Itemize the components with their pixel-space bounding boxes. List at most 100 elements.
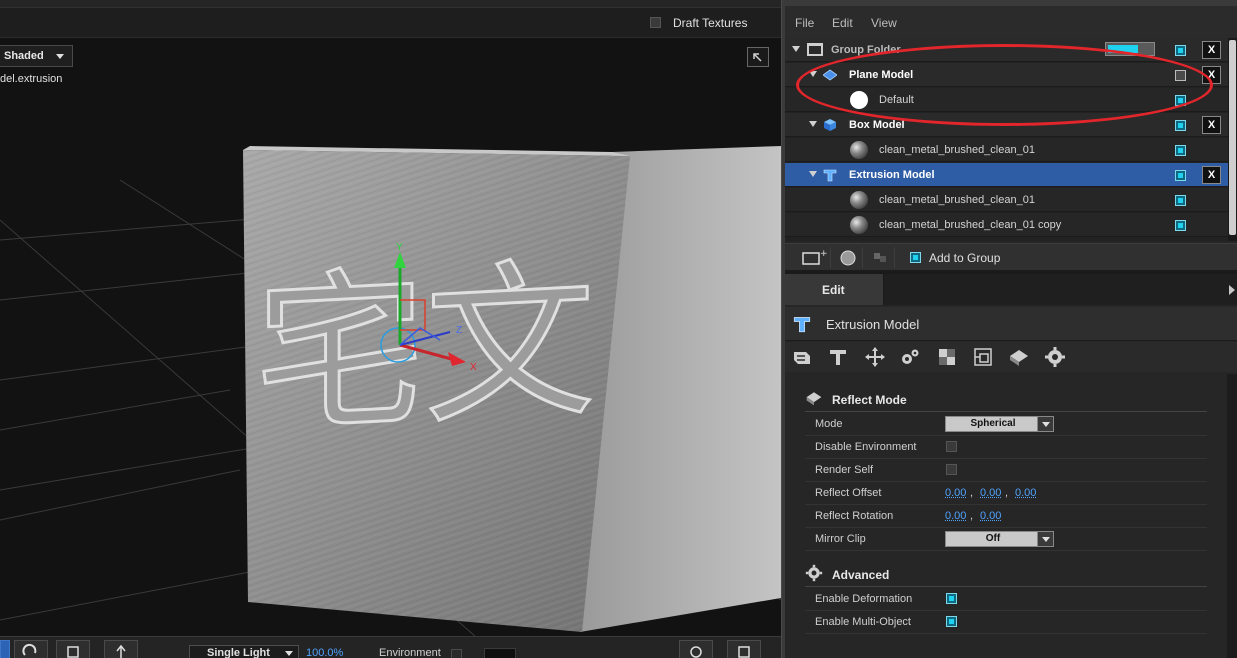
- maximize-viewport-button[interactable]: [747, 47, 769, 67]
- uv-map-icon[interactable]: [972, 346, 994, 368]
- prop-label: Mode: [815, 418, 843, 430]
- add-folder-button[interactable]: +: [791, 247, 831, 268]
- camera-options-button[interactable]: [727, 640, 761, 658]
- delete-button[interactable]: X: [1202, 41, 1221, 59]
- extrusion-settings-icon[interactable]: [791, 346, 813, 368]
- prop-row-disable-environment: Disable Environment: [805, 436, 1207, 459]
- viewport-top-bar: Draft Textures: [0, 0, 781, 38]
- collapse-triangle-icon[interactable]: [809, 121, 817, 127]
- tree-row-material-default[interactable]: Default: [785, 88, 1228, 112]
- extrusion-model-icon: [793, 315, 811, 333]
- menu-file[interactable]: File: [795, 16, 814, 30]
- tree-label: Extrusion Model: [849, 169, 935, 181]
- properties-area: Reflect Mode Mode Spherical Disable Envi…: [785, 374, 1225, 658]
- tree-label: Default: [879, 94, 914, 106]
- scene-menu-bar: File Edit View: [785, 0, 1237, 38]
- viewport-scene[interactable]: 宅文 Y Z X: [0, 0, 781, 658]
- prop-label: Enable Deformation: [815, 593, 912, 605]
- enable-multi-object-checkbox[interactable]: [946, 616, 957, 627]
- reflect-offset-x-field[interactable]: 0.00: [945, 487, 966, 499]
- reflect-offset-y-field[interactable]: 0.00: [980, 487, 1001, 499]
- up-axis-button[interactable]: [104, 640, 138, 658]
- maximize-icon: [748, 48, 768, 66]
- add-to-group-checkbox[interactable]: [910, 252, 921, 263]
- zoom-value[interactable]: 100.0%: [306, 647, 343, 658]
- edit-header: Extrusion Model: [785, 307, 1237, 341]
- tree-row-group-folder[interactable]: Group Folder X: [785, 38, 1228, 62]
- gears-icon[interactable]: [899, 346, 921, 368]
- visibility-checkbox[interactable]: [1175, 145, 1186, 156]
- render-self-checkbox[interactable]: [946, 464, 957, 475]
- mirror-clip-select[interactable]: Off: [945, 531, 1054, 547]
- tree-row-material-extrusion-2[interactable]: clean_metal_brushed_clean_01 copy: [785, 213, 1228, 237]
- rotate-view-button[interactable]: [14, 640, 48, 658]
- tree-row-material-extrusion-1[interactable]: clean_metal_brushed_clean_01: [785, 188, 1228, 212]
- disable-environment-checkbox[interactable]: [946, 441, 957, 452]
- reflect-offset-z-field[interactable]: 0.00: [1015, 487, 1036, 499]
- tree-row-material-box[interactable]: clean_metal_brushed_clean_01: [785, 138, 1228, 162]
- reflect-mode-icon[interactable]: [1008, 346, 1030, 368]
- checker-material-icon[interactable]: [936, 346, 958, 368]
- prop-label: Disable Environment: [815, 441, 917, 453]
- collapse-triangle-icon[interactable]: [809, 171, 817, 177]
- properties-scrollbar[interactable]: [1227, 374, 1237, 658]
- add-material-button[interactable]: [835, 247, 863, 268]
- menu-view[interactable]: View: [871, 16, 897, 30]
- draft-textures-checkbox[interactable]: [650, 17, 661, 28]
- mode-select[interactable]: Spherical: [945, 416, 1054, 432]
- add-to-group-label: Add to Group: [929, 251, 1000, 265]
- frame-view-button[interactable]: [56, 640, 90, 658]
- text-tool-icon[interactable]: [827, 346, 849, 368]
- camera-target-button[interactable]: [679, 640, 713, 658]
- shade-mode-value: Shaded: [4, 50, 44, 62]
- prop-label: Mirror Clip: [815, 533, 866, 545]
- 3d-viewport[interactable]: 宅文 Y Z X Draft Textures Shaded del.extru…: [0, 0, 781, 658]
- collapse-triangle-icon[interactable]: [809, 71, 817, 77]
- tree-row-box-model[interactable]: Box Model X: [785, 113, 1228, 137]
- delete-button[interactable]: X: [1202, 66, 1221, 84]
- mirror-clip-value: Off: [946, 533, 1040, 544]
- menu-edit[interactable]: Edit: [832, 16, 853, 30]
- tree-label: clean_metal_brushed_clean_01 copy: [879, 219, 1061, 231]
- section-reflect-mode: Reflect Mode: [832, 393, 907, 407]
- material-sphere-icon: [850, 91, 868, 109]
- scrollbar-thumb[interactable]: [1229, 40, 1236, 235]
- svg-text:+: +: [820, 249, 828, 259]
- prop-label: Render Self: [815, 464, 873, 476]
- value-separator: ,: [1005, 487, 1008, 499]
- chevron-down-icon: [285, 651, 293, 656]
- material-sphere-icon: [850, 216, 868, 234]
- grid-icon: [728, 641, 760, 658]
- group-opacity-slider[interactable]: [1105, 42, 1155, 56]
- extrusion-model-object[interactable]: 宅文: [243, 146, 781, 632]
- environment-label: Environment: [379, 647, 441, 658]
- delete-button[interactable]: X: [1202, 166, 1221, 184]
- visibility-checkbox[interactable]: [1175, 70, 1186, 81]
- gear-icon[interactable]: [1044, 346, 1066, 368]
- shade-mode-dropdown[interactable]: Shaded: [0, 45, 73, 67]
- move-icon[interactable]: [864, 346, 886, 368]
- prop-row-mirror-clip: Mirror Clip Off: [805, 528, 1207, 551]
- reflect-rotation-y-field[interactable]: 0.00: [980, 510, 1001, 522]
- scene-tree: Group Folder X Plane Model X Default Box…: [785, 38, 1228, 241]
- environment-checkbox[interactable]: [451, 649, 462, 658]
- visibility-checkbox[interactable]: [1175, 120, 1186, 131]
- visibility-checkbox[interactable]: [1175, 220, 1186, 231]
- visibility-checkbox[interactable]: [1175, 195, 1186, 206]
- scene-tree-scrollbar[interactable]: [1228, 38, 1237, 241]
- enable-deformation-checkbox[interactable]: [946, 593, 957, 604]
- tab-edit[interactable]: Edit: [785, 274, 884, 305]
- tree-row-extrusion-model[interactable]: Extrusion Model X: [785, 163, 1228, 187]
- chevron-right-icon[interactable]: [1229, 285, 1235, 295]
- visibility-checkbox[interactable]: [1175, 95, 1186, 106]
- add-model-button[interactable]: [865, 247, 895, 268]
- delete-button[interactable]: X: [1202, 116, 1221, 134]
- tree-row-plane-model[interactable]: Plane Model X: [785, 63, 1228, 87]
- visibility-checkbox[interactable]: [1175, 170, 1186, 181]
- visibility-checkbox[interactable]: [1175, 45, 1186, 56]
- viewport-mode-button[interactable]: [0, 640, 10, 658]
- collapse-triangle-icon[interactable]: [792, 46, 800, 52]
- environment-color-swatch[interactable]: [484, 648, 516, 658]
- reflect-rotation-x-field[interactable]: 0.00: [945, 510, 966, 522]
- lighting-mode-dropdown[interactable]: Single Light: [189, 645, 299, 658]
